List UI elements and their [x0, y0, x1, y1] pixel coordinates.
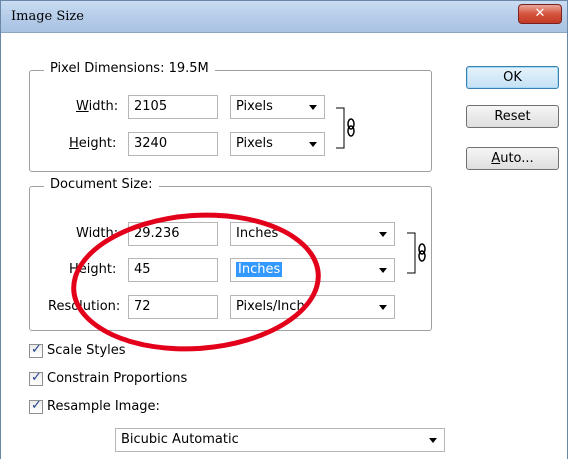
- doc-height-input[interactable]: 45: [128, 258, 218, 282]
- resolution-unit-value: Pixels/Inch: [236, 299, 305, 314]
- resolution-label: Resolution:: [48, 299, 121, 314]
- doc-height-unit-value: Inches: [236, 262, 283, 277]
- constrain-proportions-label: Constrain Proportions: [47, 371, 188, 386]
- pixel-height-unit-select[interactable]: Pixels: [230, 132, 325, 156]
- pixel-dimensions-group: Pixel Dimensions: 19.5M: [29, 61, 432, 172]
- document-size-legend: Document Size:: [44, 177, 159, 192]
- check-icon: ✓: [31, 398, 42, 413]
- checkbox-box[interactable]: ✓: [29, 370, 43, 386]
- close-icon: ✕: [534, 6, 546, 21]
- resolution-input[interactable]: 72: [128, 295, 218, 319]
- image-size-dialog: Image Size ✕ Pixel Dimensions: 19.5M Wid…: [0, 0, 568, 460]
- dialog-content: Pixel Dimensions: 19.5M Width: 2105 Pixe…: [1, 33, 567, 460]
- doc-height-label: Height:: [69, 262, 117, 277]
- chevron-down-icon: [309, 105, 317, 110]
- pixel-width-unit-value: Pixels: [236, 99, 273, 114]
- chevron-down-icon: [379, 232, 387, 237]
- doc-width-label: Width:: [76, 226, 119, 241]
- doc-height-unit-select[interactable]: Inches: [230, 258, 395, 282]
- reset-button[interactable]: Reset: [466, 105, 559, 128]
- auto-button[interactable]: Auto...: [466, 147, 559, 170]
- chevron-down-icon: [429, 438, 437, 443]
- chain-link-icon: [407, 232, 426, 274]
- pixel-width-input[interactable]: 2105: [128, 95, 218, 119]
- chevron-down-icon: [379, 305, 387, 310]
- auto-button-label-rest: uto...: [500, 151, 534, 166]
- checkbox-box[interactable]: ✓: [29, 398, 43, 414]
- close-button[interactable]: ✕: [518, 4, 562, 24]
- resolution-unit-select[interactable]: Pixels/Inch: [230, 295, 395, 319]
- check-icon: ✓: [31, 370, 42, 385]
- resample-method-value: Bicubic Automatic: [121, 432, 239, 447]
- doc-width-unit-select[interactable]: Inches: [230, 222, 395, 246]
- chevron-down-icon: [309, 142, 317, 147]
- pixel-height-label: Height:: [69, 136, 117, 151]
- scale-styles-label: Scale Styles: [47, 343, 126, 358]
- pixel-width-label: Width:: [76, 99, 119, 114]
- resample-method-select[interactable]: Bicubic Automatic: [115, 428, 445, 452]
- chain-link-icon: [336, 107, 355, 149]
- title-bar: Image Size ✕: [1, 1, 567, 33]
- check-icon: ✓: [31, 342, 42, 357]
- ok-button[interactable]: OK: [466, 66, 559, 89]
- pixel-dimensions-legend: Pixel Dimensions: 19.5M: [44, 61, 215, 76]
- checkbox-box[interactable]: ✓: [29, 342, 43, 358]
- dialog-title: Image Size: [11, 9, 84, 24]
- pixel-height-unit-value: Pixels: [236, 136, 273, 151]
- chevron-down-icon: [379, 268, 387, 273]
- pixel-width-unit-select[interactable]: Pixels: [230, 95, 325, 119]
- resample-image-label: Resample Image:: [47, 399, 160, 414]
- doc-width-unit-value: Inches: [236, 226, 279, 241]
- doc-width-input[interactable]: 29.236: [128, 222, 218, 246]
- pixel-height-input[interactable]: 3240: [128, 132, 218, 156]
